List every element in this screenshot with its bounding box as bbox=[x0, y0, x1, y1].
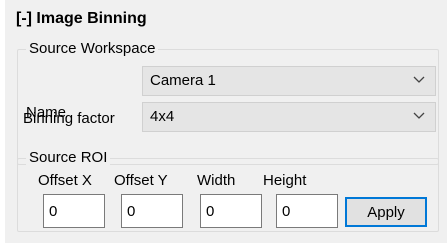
offset-x-input[interactable] bbox=[43, 194, 105, 228]
name-dropdown[interactable]: Camera 1 bbox=[142, 66, 436, 96]
panel-title-collapse-toggle[interactable]: [-] Image Binning bbox=[16, 10, 147, 28]
height-input[interactable] bbox=[276, 194, 338, 228]
apply-button[interactable]: Apply bbox=[345, 197, 427, 227]
source-workspace-group: Source Workspace Name Camera 1 Binning f… bbox=[17, 40, 439, 165]
binning-factor-label: Binning factor bbox=[23, 110, 115, 127]
offset-x-label: Offset X bbox=[38, 172, 92, 189]
binning-factor-dropdown[interactable]: 4x4 bbox=[142, 102, 436, 132]
width-input[interactable] bbox=[200, 194, 262, 228]
name-dropdown-value: Camera 1 bbox=[150, 72, 216, 89]
chevron-down-icon bbox=[413, 76, 425, 83]
image-binning-panel: [-] Image Binning Source Workspace Name … bbox=[5, 0, 447, 243]
source-roi-legend: Source ROI bbox=[26, 149, 111, 166]
offset-y-label: Offset Y bbox=[114, 172, 168, 189]
source-workspace-legend: Source Workspace bbox=[26, 40, 159, 57]
width-label: Width bbox=[197, 172, 236, 189]
offset-y-input[interactable] bbox=[121, 194, 183, 228]
source-roi-group: Source ROI Offset X Offset Y Width Heigh… bbox=[17, 149, 439, 232]
chevron-down-icon bbox=[413, 112, 425, 119]
binning-factor-dropdown-value: 4x4 bbox=[150, 108, 175, 125]
height-label: Height bbox=[263, 172, 307, 189]
